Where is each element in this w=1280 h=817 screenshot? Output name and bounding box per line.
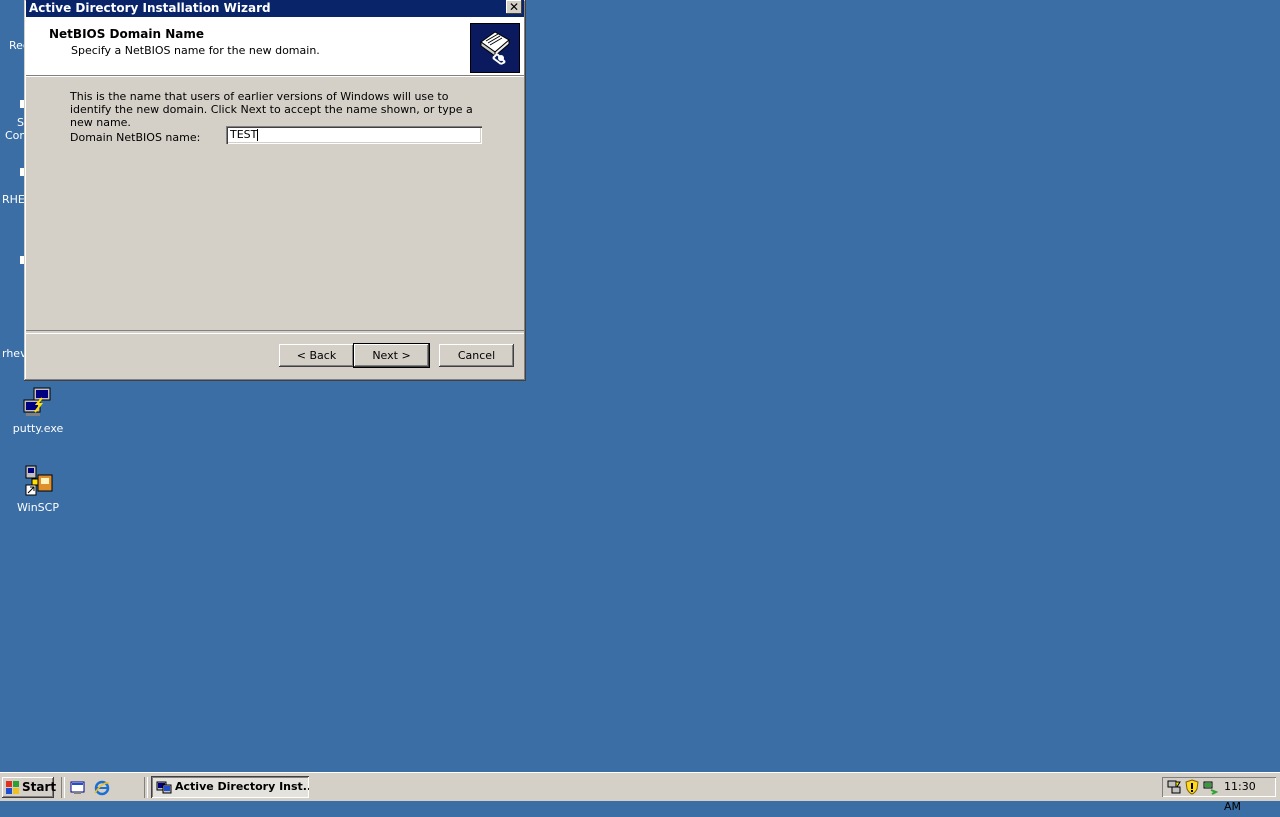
back-button[interactable]: < Back [279,344,354,367]
desktop-icon-label-partial[interactable]: S [17,116,24,129]
page-title: NetBIOS Domain Name [49,27,204,41]
wizard-dialog: Active Directory Installation Wizard ✕ N… [24,0,526,381]
page-subtitle: Specify a NetBIOS name for the new domai… [71,44,320,57]
putty-icon [22,386,54,418]
start-label: Start [22,780,57,794]
desktop: Rec S Con RHE rhev putty.exe WinSCP Acti… [0,0,1280,772]
window-title: Active Directory Installation Wizard [29,1,271,15]
header-divider [26,76,524,77]
netbios-name-input[interactable]: TEST [226,126,482,144]
internet-explorer-icon[interactable] [94,780,110,796]
next-button[interactable]: Next > [354,344,429,367]
taskbar-divider [144,777,148,798]
title-bar[interactable]: Active Directory Installation Wizard ✕ [26,0,524,17]
desktop-icon-label: WinSCP [17,501,59,514]
text-caret [257,129,259,141]
show-desktop-icon[interactable] [70,780,86,796]
desktop-icon-label-partial[interactable]: rhev [2,347,27,360]
active-directory-book-icon [470,23,520,73]
taskbar-button-ad-wizard[interactable]: Active Directory Inst... [151,776,309,798]
footer-divider [26,330,524,334]
taskbar: Start Active Directory Inst... 11:30 AM [0,772,1280,813]
windows-flag-icon [6,781,19,794]
taskbar-divider [61,777,65,798]
netbios-name-value: TEST [230,128,258,141]
network-icon[interactable] [1166,779,1182,795]
desktop-icon-label: putty.exe [12,422,64,435]
ad-wizard-task-icon [156,781,172,794]
task-label: Active Directory Inst... [175,780,309,793]
close-button[interactable]: ✕ [506,0,522,14]
description-text: This is the name that users of earlier v… [70,90,473,129]
start-button[interactable]: Start [2,777,57,798]
netbios-name-label: Domain NetBIOS name: [70,131,201,144]
connection-icon[interactable] [1202,779,1218,795]
close-icon: ✕ [508,0,520,14]
desktop-icon-label-partial[interactable]: RHE [2,193,25,206]
desktop-icon-putty[interactable]: putty.exe [0,386,76,435]
cancel-button[interactable]: Cancel [439,344,514,367]
wizard-header: NetBIOS Domain Name Specify a NetBIOS na… [26,17,524,76]
security-shield-icon[interactable] [1184,779,1200,795]
system-tray: 11:30 AM [1162,777,1276,813]
winscp-icon [22,465,54,497]
clock[interactable]: 11:30 AM [1224,777,1276,817]
desktop-icon-winscp[interactable]: WinSCP [0,465,76,514]
